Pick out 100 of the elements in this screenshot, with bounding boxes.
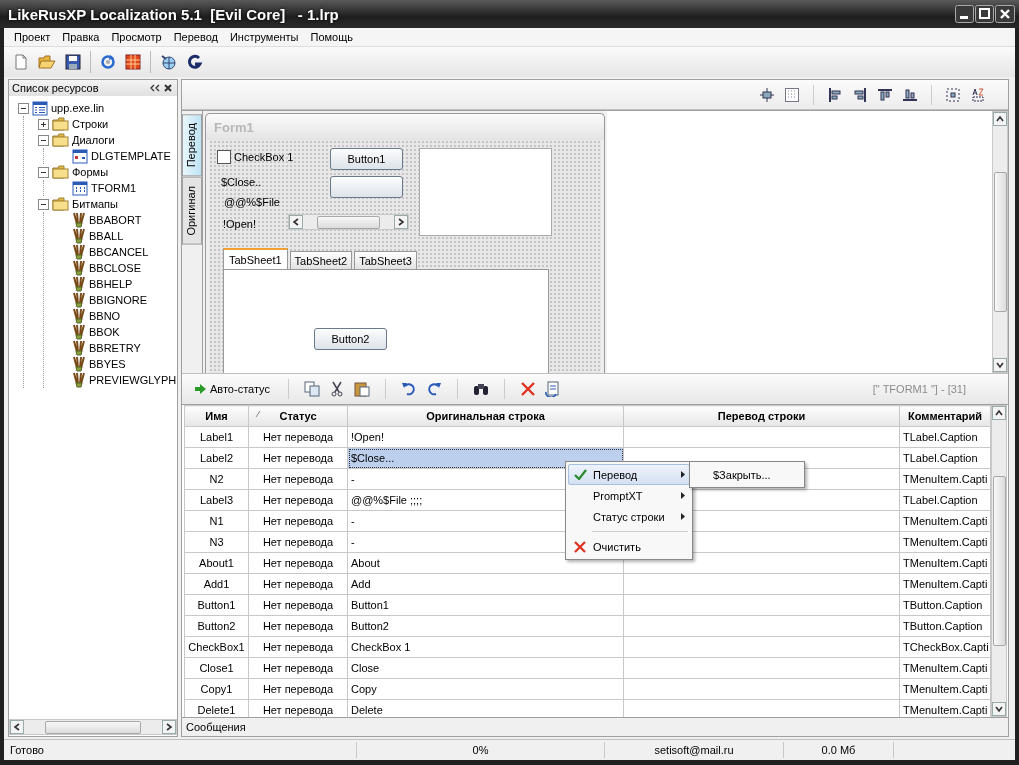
column-header[interactable]: Имя — [184, 405, 249, 427]
scroll-down-icon[interactable] — [992, 702, 1006, 716]
scissors-icon[interactable] — [328, 381, 345, 397]
menu-item[interactable]: Помощь — [304, 31, 360, 43]
table-cell[interactable]: Copy — [347, 678, 624, 700]
table-cell[interactable]: CheckBox 1 — [347, 636, 624, 658]
scroll-left-icon[interactable] — [10, 720, 24, 734]
tree-item[interactable]: BBRETRY — [89, 342, 141, 354]
table-cell: TMenuItem.Capti — [899, 531, 991, 553]
undo-icon[interactable] — [400, 381, 417, 397]
table-cell[interactable]: Button2 — [347, 615, 624, 637]
menu-item[interactable]: Инструменты — [223, 31, 305, 43]
menu-item[interactable]: Просмотр — [105, 31, 168, 43]
tree-item[interactable]: DLGTEMPLATE — [91, 150, 171, 162]
page-tab[interactable]: TabSheet3 — [354, 251, 417, 269]
scroll-thumb[interactable] — [44, 720, 142, 734]
scroll-down-icon[interactable] — [993, 358, 1007, 372]
new-file-icon[interactable] — [13, 54, 29, 70]
close-button[interactable] — [995, 5, 1015, 23]
save-icon[interactable] — [65, 54, 81, 70]
table-cell[interactable]: Button1 — [347, 594, 624, 616]
form-button[interactable]: Button2 — [314, 328, 387, 350]
tree-item[interactable]: BBOK — [89, 326, 120, 338]
table-cell[interactable]: Close — [347, 657, 624, 679]
globe-icon[interactable] — [160, 54, 178, 70]
expander-icon[interactable] — [38, 134, 49, 146]
collapse-panel-icon[interactable] — [148, 82, 162, 94]
grid-icon[interactable] — [784, 86, 800, 103]
table-cell: About1 — [184, 552, 249, 574]
tree-item[interactable]: BBHELP — [89, 278, 133, 290]
form-button[interactable] — [330, 176, 403, 198]
auto-status-button[interactable]: Авто-статус — [192, 381, 273, 397]
tree-item[interactable]: Строки — [72, 118, 109, 130]
table-cell: Close1 — [184, 657, 249, 679]
align-left-icon[interactable] — [827, 86, 843, 103]
scroll-right-icon[interactable] — [162, 720, 176, 734]
page-tab[interactable]: TabSheet2 — [289, 251, 353, 269]
document-sync-icon[interactable] — [544, 381, 561, 397]
align-top-icon[interactable] — [877, 86, 893, 103]
paste-icon[interactable] — [353, 381, 370, 397]
table-cell[interactable]: !Open! — [347, 426, 624, 448]
memo-field[interactable] — [419, 148, 552, 236]
tree-item[interactable]: PREVIEWGLYPH — [89, 374, 177, 386]
expander-icon[interactable] — [38, 198, 49, 210]
column-header[interactable]: Статус — [248, 405, 348, 427]
expander-icon[interactable] — [38, 118, 49, 130]
grid-icon[interactable] — [125, 54, 141, 70]
delete-icon[interactable] — [519, 381, 536, 397]
scroll-up-icon[interactable] — [993, 112, 1007, 126]
open-folder-icon[interactable] — [38, 54, 56, 70]
menu-item[interactable]: Перевод — [568, 464, 690, 485]
expander-icon[interactable] — [18, 102, 29, 114]
center-align-icon[interactable] — [759, 86, 775, 103]
tree-item[interactable]: BBNO — [89, 310, 121, 322]
tree-item[interactable]: BBALL — [89, 230, 124, 242]
scroll-thumb[interactable] — [993, 172, 1007, 312]
close-icon[interactable] — [162, 82, 174, 94]
select-area-icon[interactable] — [945, 86, 961, 103]
scroll-right-icon[interactable] — [394, 215, 408, 229]
scroll-up-icon[interactable] — [992, 406, 1006, 420]
checkbox[interactable] — [217, 150, 231, 164]
table-cell: Button1 — [184, 594, 249, 616]
binoculars-icon[interactable] — [472, 381, 489, 397]
expander-icon[interactable] — [38, 166, 49, 178]
table-cell: TMenuItem.Capti — [899, 678, 991, 700]
tree-item[interactable]: BBYES — [89, 358, 126, 370]
form-button[interactable]: Button1 — [330, 148, 403, 170]
column-header[interactable]: Комментарий — [899, 405, 991, 427]
scroll-thumb[interactable] — [992, 476, 1006, 646]
sort-az-icon[interactable] — [970, 86, 986, 103]
side-tab[interactable]: Перевод — [182, 114, 202, 177]
tree-item[interactable]: Диалоги — [72, 134, 115, 146]
table-cell: TCheckBox.Capti — [899, 636, 991, 658]
align-bottom-icon[interactable] — [902, 86, 918, 103]
menu-item[interactable]: Проект — [8, 31, 57, 43]
tree-item[interactable]: BBABORT — [89, 214, 142, 226]
table-cell: Нет перевода — [248, 594, 348, 616]
tree-item[interactable]: BBCANCEL — [89, 246, 149, 258]
refresh-icon[interactable] — [100, 54, 116, 70]
column-header[interactable]: Перевод строки — [623, 405, 900, 427]
tree-item[interactable]: BBIGNORE — [89, 294, 148, 306]
menu-item[interactable]: Правка — [56, 31, 106, 43]
side-tab[interactable]: Оригинал — [182, 177, 202, 245]
scroll-thumb[interactable] — [316, 215, 381, 229]
tree-item[interactable]: Формы — [72, 166, 109, 178]
tree-item[interactable]: upp.exe.lin — [51, 102, 105, 114]
minimize-button[interactable] — [955, 5, 974, 23]
tree-item[interactable]: Битмапы — [72, 198, 118, 210]
scroll-left-icon[interactable] — [289, 215, 303, 229]
column-header[interactable]: Оригинальная строка — [347, 405, 624, 427]
page-tab[interactable]: TabSheet1 — [223, 248, 288, 269]
tree-item[interactable]: BBCLOSE — [89, 262, 141, 274]
maximize-button[interactable] — [975, 5, 994, 23]
table-cell[interactable]: Add — [347, 573, 624, 595]
redo-icon[interactable] — [425, 381, 442, 397]
copy-icon[interactable] — [303, 381, 320, 397]
align-right-icon[interactable] — [852, 86, 868, 103]
menu-item[interactable]: Перевод — [167, 31, 224, 43]
menu-item[interactable]: $Закрыть... — [692, 464, 802, 485]
tree-item[interactable]: TFORM1 — [91, 182, 137, 194]
